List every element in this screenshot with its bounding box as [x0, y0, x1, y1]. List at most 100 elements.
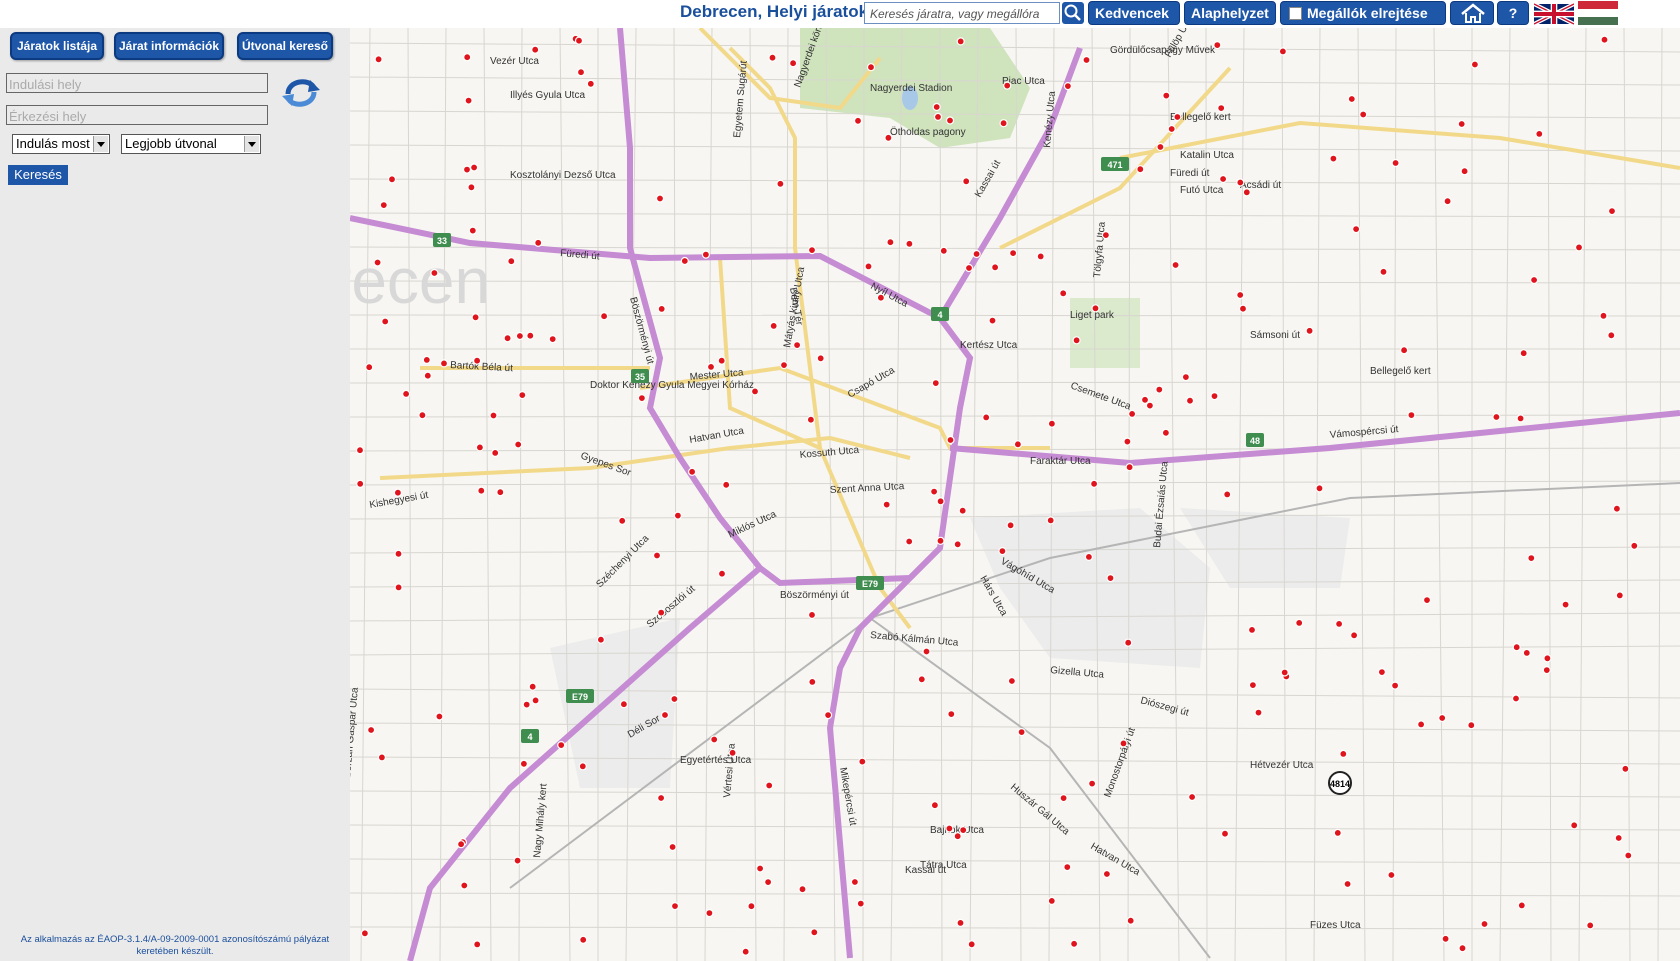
bus-stop-marker[interactable]	[367, 725, 376, 735]
bus-stop-marker[interactable]	[1162, 91, 1171, 100]
route-mode-select[interactable]: Legjobb útvonal	[121, 134, 261, 154]
bus-stop-marker[interactable]	[1391, 158, 1400, 168]
bus-stop-marker[interactable]	[1082, 55, 1091, 65]
bus-stop-marker[interactable]	[430, 268, 439, 278]
bus-stop-marker[interactable]	[531, 45, 540, 54]
bus-stop-marker[interactable]	[373, 258, 382, 267]
bus-stop-marker[interactable]	[1470, 60, 1480, 69]
bus-stop-marker[interactable]	[947, 709, 956, 719]
bus-stop-marker[interactable]	[473, 940, 482, 949]
map-view[interactable]: recen Füredi út Nyíl Utca Böszörményi út Ka…	[350, 28, 1680, 961]
bus-stop-marker[interactable]	[377, 753, 386, 762]
bus-stop-marker[interactable]	[1519, 349, 1528, 358]
reset-view-button[interactable]: Alaphelyzet	[1184, 1, 1276, 25]
bus-stop-marker[interactable]	[596, 635, 605, 644]
bus-stop-marker[interactable]	[956, 918, 965, 928]
bus-stop-marker[interactable]	[956, 37, 965, 46]
bus-stop-marker[interactable]	[806, 415, 815, 424]
bus-stop-marker[interactable]	[824, 710, 833, 720]
bus-stop-marker[interactable]	[1136, 165, 1145, 174]
bus-stop-marker[interactable]	[1126, 916, 1135, 925]
bus-stop-marker[interactable]	[1047, 896, 1056, 906]
bus-stop-marker[interactable]	[1003, 81, 1012, 90]
bus-stop-marker[interactable]	[807, 246, 817, 255]
bus-stop-marker[interactable]	[1480, 919, 1489, 929]
bus-stop-marker[interactable]	[741, 947, 750, 956]
bus-stop-marker[interactable]	[1047, 419, 1057, 428]
map-canvas[interactable]: recen Füredi út Nyíl Utca Böszörményi út Ka…	[350, 28, 1680, 961]
bus-stop-marker[interactable]	[1089, 479, 1099, 488]
bus-stop-marker[interactable]	[1441, 934, 1450, 943]
bus-stop-marker[interactable]	[467, 183, 476, 192]
bus-stop-marker[interactable]	[988, 316, 997, 325]
bus-stop-marker[interactable]	[1570, 821, 1579, 830]
bus-stop-marker[interactable]	[600, 312, 609, 321]
bus-stop-marker[interactable]	[401, 389, 411, 398]
bus-stop-marker[interactable]	[469, 163, 479, 172]
bus-stop-marker[interactable]	[882, 500, 891, 509]
bus-stop-marker[interactable]	[518, 391, 527, 400]
bus-stop-marker[interactable]	[1106, 573, 1115, 583]
bus-stop-marker[interactable]	[1069, 939, 1079, 948]
bus-stop-marker[interactable]	[1517, 901, 1526, 910]
bus-stop-marker[interactable]	[1156, 142, 1165, 152]
bus-stop-marker[interactable]	[710, 735, 719, 744]
route-search-button[interactable]: Keresés	[8, 165, 68, 185]
bus-stop-marker[interactable]	[1278, 47, 1288, 56]
bus-stop-marker[interactable]	[1155, 385, 1164, 394]
bus-stop-marker[interactable]	[460, 881, 469, 890]
bus-stop-marker[interactable]	[1280, 668, 1289, 677]
bus-stop-marker[interactable]	[1008, 249, 1018, 258]
bus-stop-marker[interactable]	[798, 885, 807, 894]
hide-stops-checkbox[interactable]	[1289, 7, 1302, 20]
bus-stop-marker[interactable]	[1017, 727, 1026, 737]
bus-stop-marker[interactable]	[439, 359, 449, 368]
bus-stop-marker[interactable]	[769, 321, 778, 330]
bus-stop-marker[interactable]	[808, 677, 817, 687]
hide-stops-button[interactable]: Megállók elrejtése	[1280, 1, 1446, 25]
bus-stop-marker[interactable]	[807, 610, 817, 620]
bus-stop-marker[interactable]	[964, 263, 974, 273]
bus-stop-marker[interactable]	[1516, 414, 1525, 423]
bus-stop-marker[interactable]	[548, 335, 557, 344]
bus-stop-marker[interactable]	[1123, 437, 1132, 446]
bus-stop-marker[interactable]	[768, 53, 777, 62]
bus-stop-marker[interactable]	[387, 175, 397, 184]
bus-stop-marker[interactable]	[1561, 600, 1570, 609]
bus-stop-marker[interactable]	[1586, 921, 1595, 930]
bus-stop-marker[interactable]	[657, 608, 666, 617]
bus-stop-marker[interactable]	[418, 411, 427, 420]
origin-input[interactable]	[7, 74, 266, 94]
bus-stop-marker[interactable]	[717, 356, 726, 365]
bus-stop-marker[interactable]	[586, 79, 595, 88]
bus-stop-marker[interactable]	[1511, 694, 1521, 703]
bus-stop-marker[interactable]	[1458, 944, 1467, 953]
bus-stop-marker[interactable]	[959, 825, 968, 835]
bus-stop-marker[interactable]	[776, 179, 785, 188]
bus-stop-marker[interactable]	[365, 363, 374, 372]
bus-stop-marker[interactable]	[764, 877, 773, 887]
bus-stop-marker[interactable]	[1036, 252, 1045, 261]
bus-stop-marker[interactable]	[1333, 828, 1342, 838]
bus-stop-marker[interactable]	[793, 341, 802, 350]
bus-stop-marker[interactable]	[1542, 665, 1551, 675]
bus-stop-marker[interactable]	[810, 928, 819, 937]
bus-stop-marker[interactable]	[657, 793, 666, 803]
bus-stop-marker[interactable]	[1072, 336, 1081, 345]
bus-stop-marker[interactable]	[853, 116, 863, 125]
destination-field[interactable]	[6, 105, 268, 126]
bus-stop-marker[interactable]	[705, 908, 714, 918]
search-input[interactable]	[868, 4, 1042, 24]
bus-stop-marker[interactable]	[1443, 197, 1452, 206]
bus-stop-marker[interactable]	[456, 840, 466, 849]
bus-stop-marker[interactable]	[1295, 618, 1304, 628]
bus-stop-marker[interactable]	[1248, 680, 1258, 690]
bus-stop-marker[interactable]	[660, 710, 670, 720]
bus-stop-marker[interactable]	[688, 467, 697, 476]
bus-stop-marker[interactable]	[850, 877, 859, 887]
bus-stop-marker[interactable]	[355, 446, 365, 455]
bus-stop-marker[interactable]	[526, 331, 535, 340]
bus-stop-marker[interactable]	[905, 537, 914, 546]
bus-stop-marker[interactable]	[816, 354, 825, 363]
bus-stop-marker[interactable]	[1607, 207, 1617, 216]
